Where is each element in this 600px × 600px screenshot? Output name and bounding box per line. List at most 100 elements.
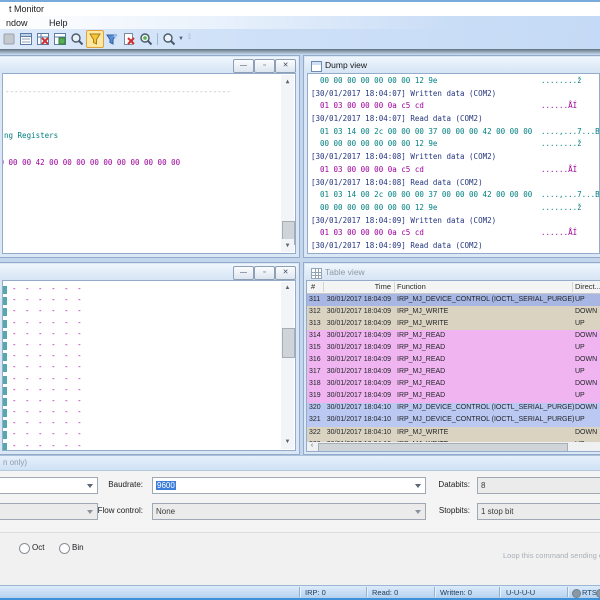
baudrate-combobox[interactable]: 9600 (152, 477, 426, 494)
line-dashes: - - - - - - (12, 373, 84, 383)
zoom-menu-caret-icon[interactable]: ▼ (178, 36, 184, 42)
radio-bin[interactable] (59, 543, 70, 554)
stopbits-combobox[interactable]: 1 stop bit (477, 503, 600, 520)
column-header-function[interactable]: Function (397, 282, 426, 291)
scroll-up-icon[interactable]: ▲ (281, 282, 294, 295)
cell-direction: UP (575, 392, 585, 400)
table-row[interactable]: 318 30/01/2017 18:04:09 IRP_MJ_READ DOWN (307, 378, 600, 391)
table-view-content: # Time Function Direct... 311 30/01/2017 … (306, 280, 600, 452)
clear-icon[interactable] (121, 31, 137, 47)
scroll-up-icon[interactable]: ▲ (281, 75, 294, 88)
line-dashes: - - - - - - (12, 440, 84, 450)
stop-icon[interactable] (1, 31, 17, 47)
cell-number: 314 (309, 331, 321, 339)
column-header-time[interactable]: Time (325, 282, 391, 291)
filter-icon[interactable] (86, 30, 104, 48)
cell-time: 30/01/2017 18:04:09 (326, 355, 391, 363)
line-view-scrollbar[interactable]: ▲ ▼ (281, 282, 295, 449)
dump-view-titlebar[interactable]: Dump view (305, 57, 600, 73)
line-glyph (3, 420, 7, 429)
dump-data-line: 01 03 14 00 2c 00 00 00 37 00 00 00 42 0… (308, 190, 599, 203)
table-row[interactable]: 320 30/01/2017 18:04:10 IRP_MJ_DEVICE_CONT… (307, 402, 600, 415)
dump-timestamp-line: [30/01/2017 18:04:09] Written data (COM2… (311, 215, 497, 225)
cell-function: IRP_MJ_READ (397, 392, 446, 400)
cell-function: IRP_MJ_READ (397, 380, 446, 388)
cell-time: 30/01/2017 18:04:09 (326, 295, 391, 303)
line-view-row: - - - - - - (3, 440, 281, 450)
table-row[interactable]: 322 30/01/2017 18:04:10 IRP_MJ_WRITE DOWN (307, 427, 600, 440)
column-separator[interactable] (394, 282, 395, 292)
line-view-row: - - - - - - (3, 374, 281, 385)
line-glyph (3, 330, 7, 339)
filter-setup-icon[interactable] (104, 31, 120, 47)
flow-control-value: None (156, 506, 176, 516)
minimize-icon[interactable]: — (233, 59, 254, 73)
menu-help[interactable]: Help (46, 17, 71, 29)
column-separator[interactable] (572, 282, 573, 292)
table-row[interactable]: 317 30/01/2017 18:04:09 IRP_MJ_READ UP (307, 366, 600, 379)
table-row[interactable]: 321 30/01/2017 18:04:10 IRP_MJ_DEVICE_CONT… (307, 414, 600, 428)
statusbar-separator (299, 587, 300, 597)
minimize-icon[interactable]: — (233, 266, 254, 280)
line-view-row: - - - - - - (3, 329, 281, 340)
modbus-view-content: ----------------------------------------… (2, 73, 296, 254)
flow-control-label: Flow control: (97, 506, 143, 515)
line-view-titlebar[interactable]: — ▫ ✕ (0, 264, 298, 280)
line-view-icon[interactable] (52, 31, 68, 47)
menu-window[interactable]: ndow (3, 17, 31, 29)
line-dashes: - - - - - - (12, 306, 84, 316)
scroll-thumb[interactable] (318, 443, 568, 451)
cell-function: IRP_MJ_READ (397, 343, 446, 351)
table-row[interactable]: 319 30/01/2017 18:04:09 IRP_MJ_READ UP (307, 390, 600, 403)
toolbar-separator (157, 33, 158, 45)
maximize-icon[interactable]: ▫ (254, 59, 275, 73)
statusbar-separator (434, 587, 435, 597)
dump-view-icon[interactable] (18, 31, 34, 47)
table-hscrollbar[interactable]: ‹ (307, 442, 600, 451)
column-header-number[interactable]: # (311, 282, 315, 291)
table-row[interactable]: 311 30/01/2017 18:04:09 IRP_MJ_DEVICE_CONT… (307, 294, 600, 307)
flow-control-combobox[interactable]: None (152, 503, 426, 520)
table-view-titlebar[interactable]: Table view (305, 264, 600, 280)
column-separator[interactable] (323, 282, 324, 292)
send-panel-header-text: n only) (3, 458, 28, 467)
scroll-left-icon[interactable]: ‹ (307, 442, 317, 451)
cell-function: IRP_MJ_WRITE (397, 319, 449, 327)
table-row[interactable]: 312 30/01/2017 18:04:09 IRP_MJ_WRITE DOWN (307, 306, 600, 319)
scroll-thumb[interactable] (282, 328, 295, 358)
column-header-direction[interactable]: Direct... (575, 282, 600, 291)
table-row[interactable]: 315 30/01/2017 18:04:09 IRP_MJ_READ UP (307, 342, 600, 355)
cell-direction: DOWN (575, 331, 598, 339)
loop-command-label: Loop this command sending eve (503, 551, 600, 560)
scroll-down-icon[interactable]: ▼ (281, 436, 294, 449)
scroll-down-icon[interactable]: ▼ (281, 239, 294, 252)
dump-ascii-text: ......ÅÍ (541, 101, 578, 111)
close-icon[interactable]: ✕ (275, 59, 296, 73)
cell-time: 30/01/2017 18:04:10 (326, 416, 391, 424)
cell-number: 320 (309, 404, 321, 412)
send-settings-area: Baudrate: 9600 Flow control: None Databi… (0, 471, 600, 533)
dump-timestamp-line: [30/01/2017 18:04:08] Read data (COM2) (311, 177, 483, 187)
table-row[interactable]: 314 30/01/2017 18:04:09 IRP_MJ_READ DOWN (307, 330, 600, 343)
close-icon[interactable]: ✕ (275, 266, 296, 280)
table-row[interactable]: 316 30/01/2017 18:04:09 IRP_MJ_READ DOWN (307, 354, 600, 367)
zoom-menu-icon[interactable] (161, 31, 177, 47)
send-panel-header: n only) (0, 455, 600, 471)
dump-timestamp-line: [30/01/2017 18:04:07] Written data (COM2… (311, 88, 497, 98)
databits-combobox[interactable]: 8 (477, 477, 600, 494)
modbus-view-titlebar[interactable]: — ▫ ✕ (0, 57, 298, 73)
modbus-divider-line: ----------------------------------------… (5, 87, 231, 96)
cell-direction: UP (575, 343, 585, 351)
table-row[interactable]: 313 30/01/2017 18:04:09 IRP_MJ_WRITE UP (307, 318, 600, 331)
dump-data-line: 00 00 00 00 00 00 00 12 9e ........ž (308, 203, 599, 216)
search-icon[interactable] (69, 31, 85, 47)
zoom-icon[interactable] (138, 31, 154, 47)
modbus-scrollbar[interactable]: ▲ ▼ (281, 75, 295, 252)
radio-oct[interactable] (19, 543, 30, 554)
dump-data-line: 00 00 00 00 00 00 00 12 9e ........ž (308, 76, 599, 89)
table-view-icon[interactable] (35, 31, 51, 47)
toolbar-overflow-grip[interactable]: ⁞⁞ (188, 34, 191, 41)
line-dashes: - - - - - - (12, 339, 84, 349)
dump-hex-bytes: 01 03 00 00 00 0a c5 cd (320, 164, 424, 174)
maximize-icon[interactable]: ▫ (254, 266, 275, 280)
